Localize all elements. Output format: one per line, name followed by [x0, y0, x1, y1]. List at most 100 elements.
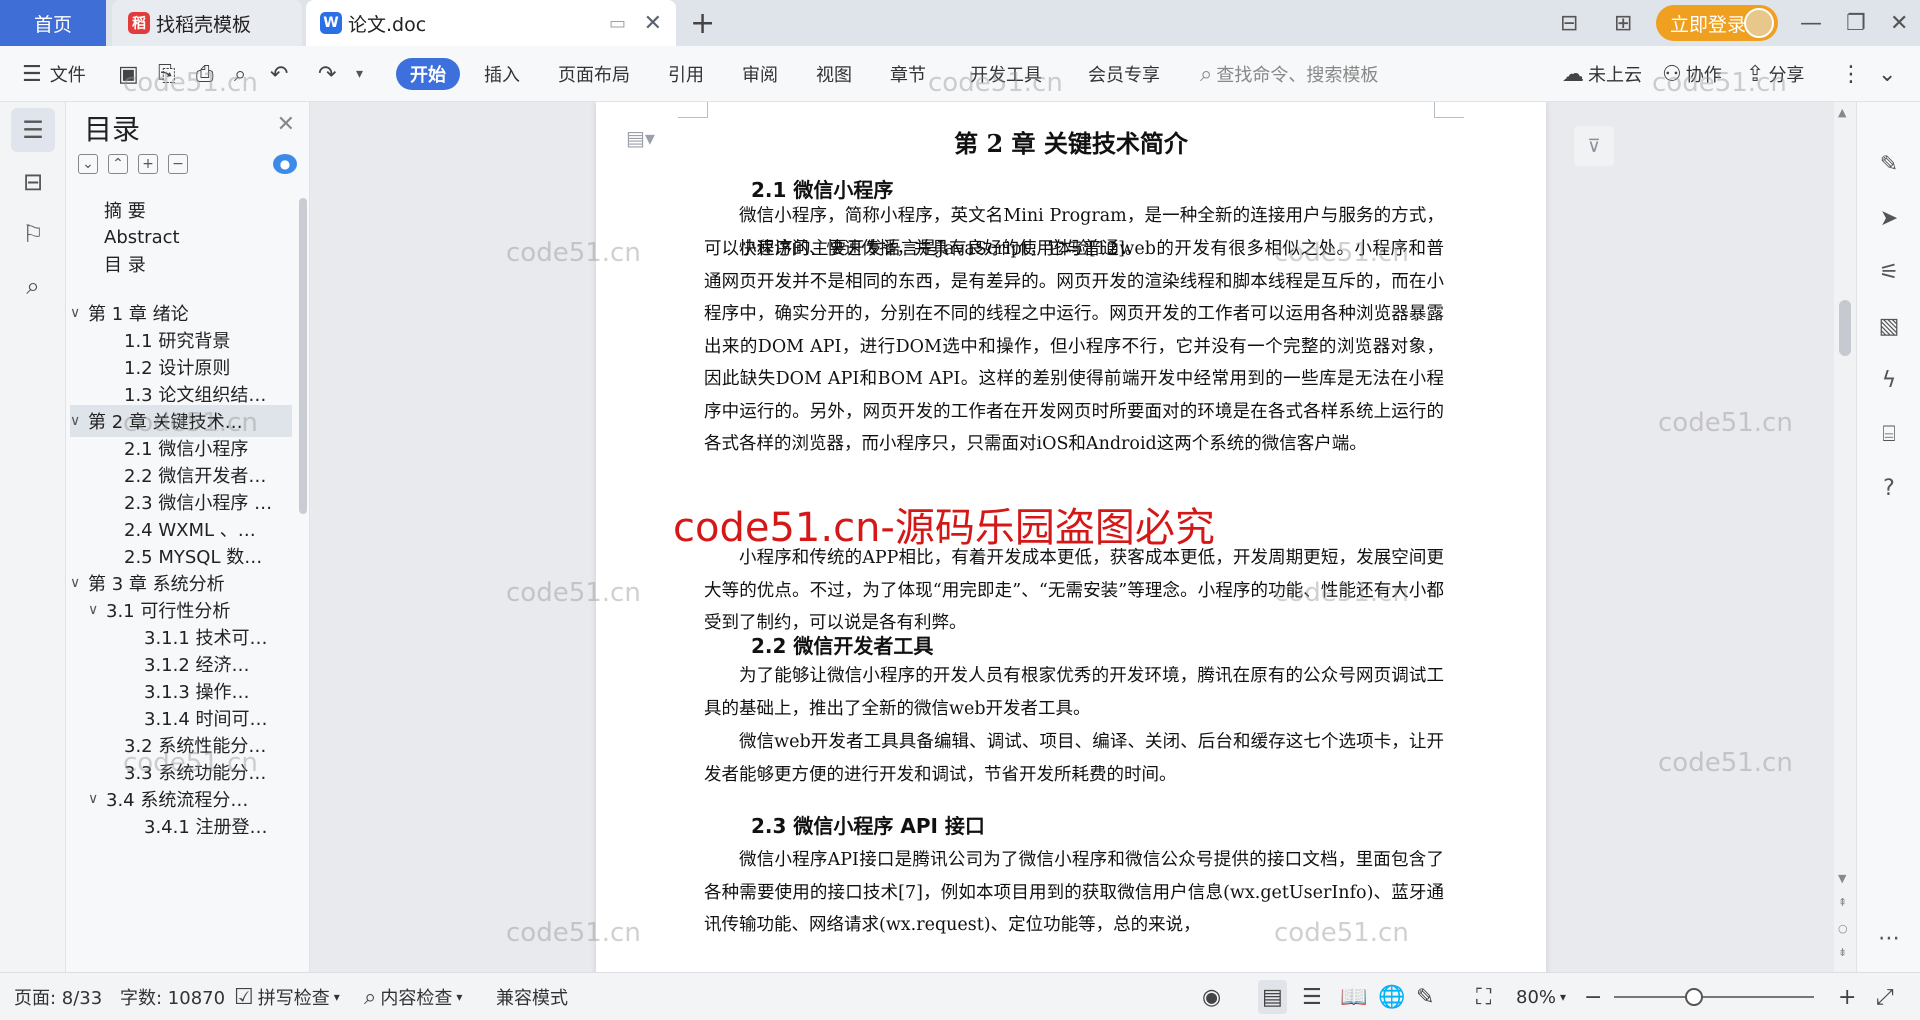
- tab-home-start[interactable]: 开始: [396, 58, 460, 90]
- tab-insert[interactable]: 插入: [484, 46, 520, 102]
- chevron-down-icon[interactable]: ∨: [70, 305, 88, 321]
- print-icon[interactable]: ⎙: [196, 46, 214, 102]
- grid-icon[interactable]: ⊞: [1614, 0, 1632, 46]
- cloud-icon: ☁: [1562, 61, 1584, 87]
- toc-panel-icon[interactable]: ☰: [11, 108, 55, 152]
- undo-icon[interactable]: ↶: [270, 46, 288, 102]
- toc-item-label: 目 录: [104, 255, 146, 276]
- close-icon[interactable]: ✕: [277, 112, 295, 137]
- new-tab-button[interactable]: +: [690, 6, 715, 41]
- tab-chapter[interactable]: 章节: [890, 46, 926, 102]
- toc-scrollbar[interactable]: [299, 198, 307, 514]
- tab-references[interactable]: 引用: [668, 46, 704, 102]
- paragraph: 小程序的主要开发语言是JavaScript，它与普通web的开发有很多相似之处。…: [704, 239, 1444, 454]
- chapter-nav-icon[interactable]: ⊟: [11, 160, 55, 204]
- adjust-icon[interactable]: ⚟: [1873, 256, 1905, 288]
- scroll-down-icon[interactable]: ▼: [1838, 872, 1846, 885]
- file-menu[interactable]: ☰ 文件: [22, 46, 86, 102]
- monitor-icon[interactable]: ▭: [609, 13, 626, 34]
- page-counter[interactable]: 页面: 8/33: [14, 973, 102, 1020]
- tab-review[interactable]: 审阅: [742, 46, 778, 102]
- fullscreen-icon[interactable]: ⤢: [1876, 973, 1894, 1020]
- next-page-icon[interactable]: ⇟: [1838, 946, 1847, 959]
- word-count[interactable]: 字数: 10870: [120, 973, 225, 1020]
- print-preview-icon[interactable]: ⌕: [234, 46, 246, 102]
- close-tab-icon[interactable]: ✕: [644, 11, 662, 36]
- chevron-down-icon[interactable]: ∨: [88, 791, 106, 807]
- select-cursor-icon[interactable]: ➤: [1873, 202, 1905, 234]
- save-icon[interactable]: ▣: [118, 46, 139, 102]
- document-page[interactable]: ▤▾ 第 2 章 关键技术简介 2.1 微信小程序 微信小程序，简称小程序，英文…: [596, 102, 1546, 972]
- select-browse-icon[interactable]: ○: [1838, 922, 1848, 935]
- toc-item-label: 摘 要: [104, 201, 146, 222]
- reading-view-icon[interactable]: 📖: [1340, 973, 1367, 1020]
- ai-assistant-icon[interactable]: ●: [273, 154, 297, 174]
- quick-access-dropdown-icon[interactable]: ▾: [356, 46, 363, 102]
- image-icon[interactable]: ▧: [1873, 310, 1905, 342]
- eye-protection-icon[interactable]: ◉: [1202, 973, 1221, 1020]
- more-tools-icon[interactable]: ⋯: [1873, 922, 1905, 954]
- zoom-slider-handle[interactable]: [1685, 988, 1703, 1006]
- lightning-icon[interactable]: ϟ: [1873, 364, 1905, 396]
- inspect-icon: ⌕: [364, 984, 377, 1010]
- toc-item-label: 3.1 可行性分析: [106, 601, 231, 622]
- compat-mode: 兼容模式: [496, 988, 568, 1009]
- chevron-down-icon[interactable]: ∨: [70, 413, 88, 429]
- expand-all-icon[interactable]: ⌄: [78, 154, 98, 174]
- toc-item-label: 3.3 系统功能分…: [124, 763, 267, 784]
- tab-membership[interactable]: 会员专享: [1088, 46, 1160, 102]
- tab-page-layout[interactable]: 页面布局: [558, 46, 630, 102]
- command-search[interactable]: ⌕ 查找命令、搜索模板: [1200, 46, 1378, 102]
- layout-icon[interactable]: ⊟: [1560, 0, 1578, 46]
- outline-view-icon[interactable]: ☰: [1302, 973, 1322, 1020]
- side-panel-toggle-icon[interactable]: ⊽: [1574, 126, 1614, 166]
- tab-view[interactable]: 视图: [816, 46, 852, 102]
- prev-page-icon[interactable]: ⇞: [1838, 896, 1847, 909]
- zoom-in-icon[interactable]: +: [1838, 973, 1856, 1020]
- fit-page-icon[interactable]: ⛶: [1476, 973, 1491, 1020]
- collaborate-button[interactable]: ⚇ 协作: [1662, 46, 1722, 102]
- bookmark-icon[interactable]: ⚐: [11, 212, 55, 256]
- cloud-status[interactable]: ☁ 未上云: [1562, 46, 1642, 102]
- chevron-down-icon[interactable]: ∨: [70, 575, 88, 591]
- tab-developer[interactable]: 开发工具: [970, 46, 1042, 102]
- tab-template-store[interactable]: 稻 找稻壳模板: [112, 0, 302, 46]
- scroll-thumb[interactable]: [1839, 300, 1851, 356]
- login-button[interactable]: 立即登录: [1656, 5, 1778, 41]
- avatar: [1744, 8, 1774, 38]
- toc-list: 摘 要 Abstract 目 录 ∨ 第 1 章 绪论 1.1 研究背景 1.2 设计原则 1…: [70, 194, 292, 964]
- page-view-icon[interactable]: ▤: [1258, 980, 1287, 1014]
- minimize-icon[interactable]: —: [1800, 0, 1822, 46]
- share-button[interactable]: ⇪ 分享: [1746, 46, 1804, 102]
- zoom-slider[interactable]: [1614, 996, 1814, 998]
- remove-heading-icon[interactable]: −: [168, 154, 188, 174]
- write-mode-icon[interactable]: ✎: [1416, 973, 1434, 1020]
- zoom-out-icon[interactable]: −: [1584, 973, 1602, 1020]
- checkbox-icon: ☑: [234, 984, 254, 1010]
- chevron-down-icon[interactable]: ∨: [88, 602, 106, 618]
- help-icon[interactable]: ?: [1873, 472, 1905, 504]
- content-check-button[interactable]: ⌕ 内容检查 ▾: [364, 973, 462, 1020]
- find-icon[interactable]: ⌕: [11, 264, 55, 308]
- export-pdf-icon[interactable]: ⎘: [158, 46, 176, 102]
- toc-item-label: 第 1 章 绪论: [88, 304, 189, 325]
- toc-item-label: 3.4.1 注册登…: [144, 817, 268, 838]
- web-view-icon[interactable]: 🌐: [1378, 973, 1405, 1020]
- tab-document[interactable]: W 论文.doc ▭ ✕: [306, 0, 676, 46]
- more-icon[interactable]: ⋮: [1840, 46, 1862, 102]
- translate-icon[interactable]: ⌸: [1873, 418, 1905, 450]
- toc-item[interactable]: 3.4.1 注册登…: [70, 810, 292, 842]
- collapse-all-icon[interactable]: ⌃: [108, 154, 128, 174]
- add-heading-icon[interactable]: +: [138, 154, 158, 174]
- restore-icon[interactable]: ❐: [1846, 0, 1866, 46]
- vertical-scrollbar[interactable]: ▲ ▼ ⇞ ○ ⇟: [1834, 102, 1856, 972]
- scroll-up-icon[interactable]: ▲: [1838, 106, 1846, 119]
- zoom-level[interactable]: 80% ▾: [1516, 973, 1566, 1020]
- collapse-ribbon-icon[interactable]: ⌄: [1878, 46, 1896, 102]
- toc-item[interactable]: 目 录: [70, 248, 292, 280]
- spell-check-button[interactable]: ☑ 拼写检查 ▾: [234, 973, 340, 1020]
- pen-icon[interactable]: ✎: [1873, 148, 1905, 180]
- redo-icon[interactable]: ↷: [318, 46, 336, 102]
- close-window-icon[interactable]: ✕: [1890, 0, 1908, 46]
- tab-home[interactable]: 首页: [0, 0, 106, 46]
